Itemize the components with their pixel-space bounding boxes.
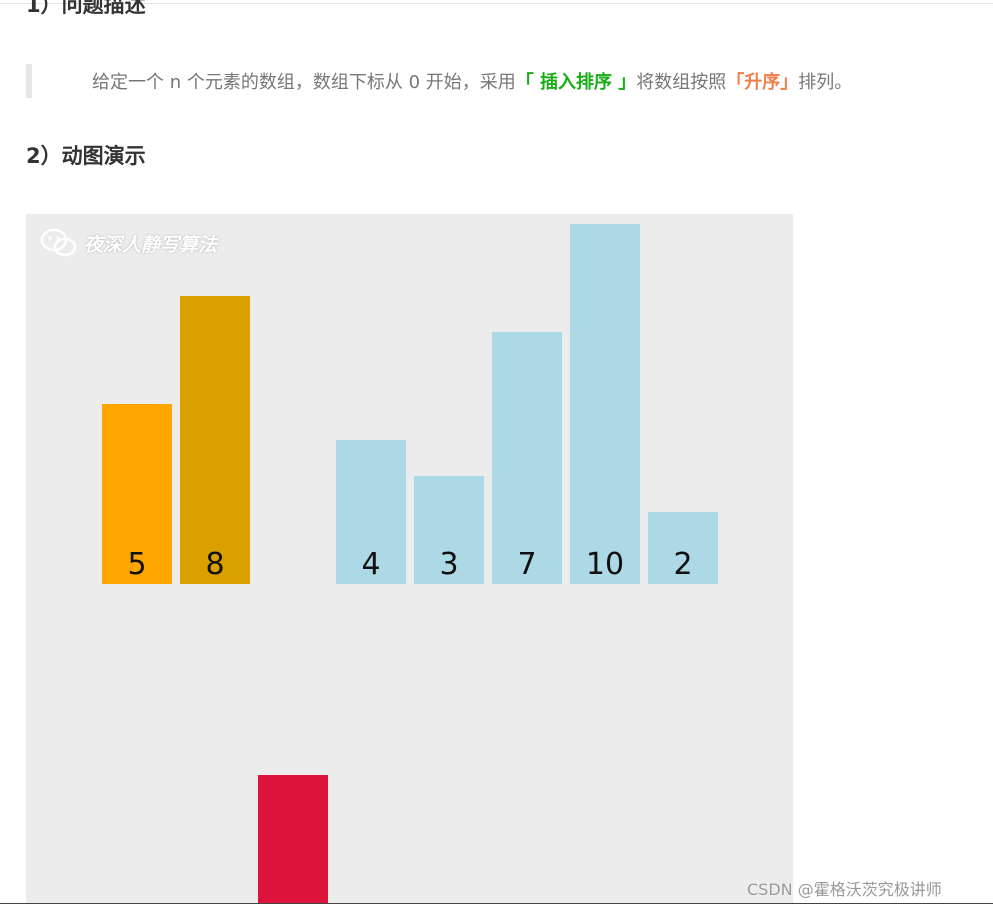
problem-description: 给定一个 n 个元素的数组，数组下标从 0 开始，采用「 插入排序 」将数组按照… xyxy=(92,68,852,94)
bar-label-8: 8 xyxy=(205,547,224,582)
animation-image: 夜深人静写算法 5 8 4 3 7 10 2 xyxy=(26,214,793,904)
description-suffix: 排列。 xyxy=(798,72,853,93)
bar-10 xyxy=(570,224,640,584)
key-bar xyxy=(258,775,328,904)
bar-label-4: 4 xyxy=(361,547,380,582)
bar-label-5: 5 xyxy=(127,547,146,582)
bar-label-7: 7 xyxy=(517,547,536,582)
top-divider xyxy=(0,3,993,4)
algorithm-highlight: 「 插入排序 」 xyxy=(515,72,637,93)
bottom-divider xyxy=(0,903,993,904)
blockquote: 给定一个 n 个元素的数组，数组下标从 0 开始，采用「 插入排序 」将数组按照… xyxy=(26,64,972,98)
bar-label-2: 2 xyxy=(673,547,692,582)
section-heading-problem: 1）问题描述 xyxy=(26,0,146,17)
description-prefix: 给定一个 n 个元素的数组，数组下标从 0 开始，采用 xyxy=(92,72,516,93)
section-heading-animation: 2）动图演示 xyxy=(26,144,146,168)
bar-chart: 5 8 4 3 7 10 2 xyxy=(102,224,718,904)
bar-8 xyxy=(180,296,250,584)
bar-label-10: 10 xyxy=(586,547,624,582)
order-highlight: 「升序」 xyxy=(726,72,799,93)
csdn-credit: CSDN @霍格沃茨究极讲师 xyxy=(747,880,942,899)
bar-label-3: 3 xyxy=(439,547,458,582)
description-middle: 将数组按照 xyxy=(636,72,727,93)
